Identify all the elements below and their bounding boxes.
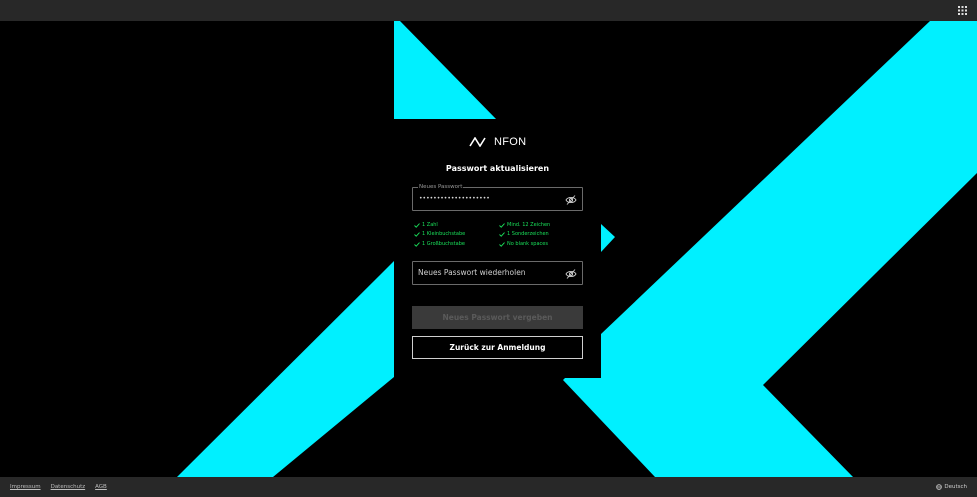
right-arrow-notch [601, 224, 615, 252]
upper-left-stripe [201, 21, 497, 120]
page-title: Passwort aktualisieren [445, 164, 550, 173]
set-password-button[interactable]: Neues Passwort vergeben [412, 306, 583, 329]
check-icon [414, 232, 420, 238]
check-icon [414, 223, 420, 228]
rule-item: 1 Sonderzeichen [499, 230, 550, 239]
globe-icon [936, 484, 943, 490]
rule-item: Mind. 12 Zeichen [499, 221, 550, 230]
language-label: Deutsch [944, 484, 967, 490]
rule-text: No blank spaces [507, 240, 548, 247]
footer-link-datenschutz[interactable]: Datenschutz [51, 482, 86, 492]
grid-icon[interactable] [958, 6, 967, 15]
check-icon [499, 223, 505, 228]
check-icon [499, 242, 505, 247]
check-icon [414, 242, 420, 247]
repeat-password-placeholder: Neues Passwort wiederholen [418, 268, 526, 277]
language-selector[interactable]: Deutsch [936, 482, 967, 492]
password-rules-left: 1 Zahl 1 Kleinbuchstabe 1 Großbuchstabe [414, 221, 465, 249]
rule-item: No blank spaces [499, 240, 550, 249]
check-icon [499, 232, 505, 238]
nfon-logo: NFON [469, 136, 526, 148]
rule-item: 1 Zahl [414, 221, 465, 230]
footer-link-agb[interactable]: AGB [95, 482, 107, 492]
rule-text: Mind. 12 Zeichen [507, 222, 551, 228]
footer-links: Impressum Datenschutz AGB [10, 482, 107, 492]
rule-text: 1 Sonderzeichen [507, 231, 549, 238]
rule-text: 1 Kleinbuchstabe [422, 231, 466, 238]
new-password-field[interactable]: Neues Passwort •••••••••••••••••••• [412, 184, 583, 211]
eye-off-icon[interactable] [565, 268, 577, 280]
repeat-password-field[interactable]: Neues Passwort wiederholen [412, 261, 583, 285]
nfon-logo-mark [469, 137, 491, 147]
logo-text: NFON [494, 136, 527, 148]
lower-left-stripe [177, 261, 394, 477]
new-password-value: •••••••••••••••••••• [419, 195, 490, 202]
password-card: NFON Passwort aktualisieren Neues Passwo… [394, 119, 601, 378]
eye-off-icon[interactable] [565, 194, 577, 206]
footer: Impressum Datenschutz AGB Deutsch [0, 477, 977, 497]
back-to-login-button[interactable]: Zurück zur Anmeldung [412, 336, 583, 359]
footer-link-impressum[interactable]: Impressum [10, 482, 41, 492]
password-rules-right: Mind. 12 Zeichen 1 Sonderzeichen No blan… [499, 221, 550, 249]
new-password-label: Neues Passwort [418, 184, 464, 191]
top-bar [0, 0, 977, 21]
right-stripe [563, 21, 977, 477]
rule-item: 1 Kleinbuchstabe [414, 230, 465, 239]
rule-item: 1 Großbuchstabe [414, 240, 465, 249]
rule-text: 1 Zahl [422, 222, 438, 228]
rule-text: 1 Großbuchstabe [422, 240, 465, 247]
